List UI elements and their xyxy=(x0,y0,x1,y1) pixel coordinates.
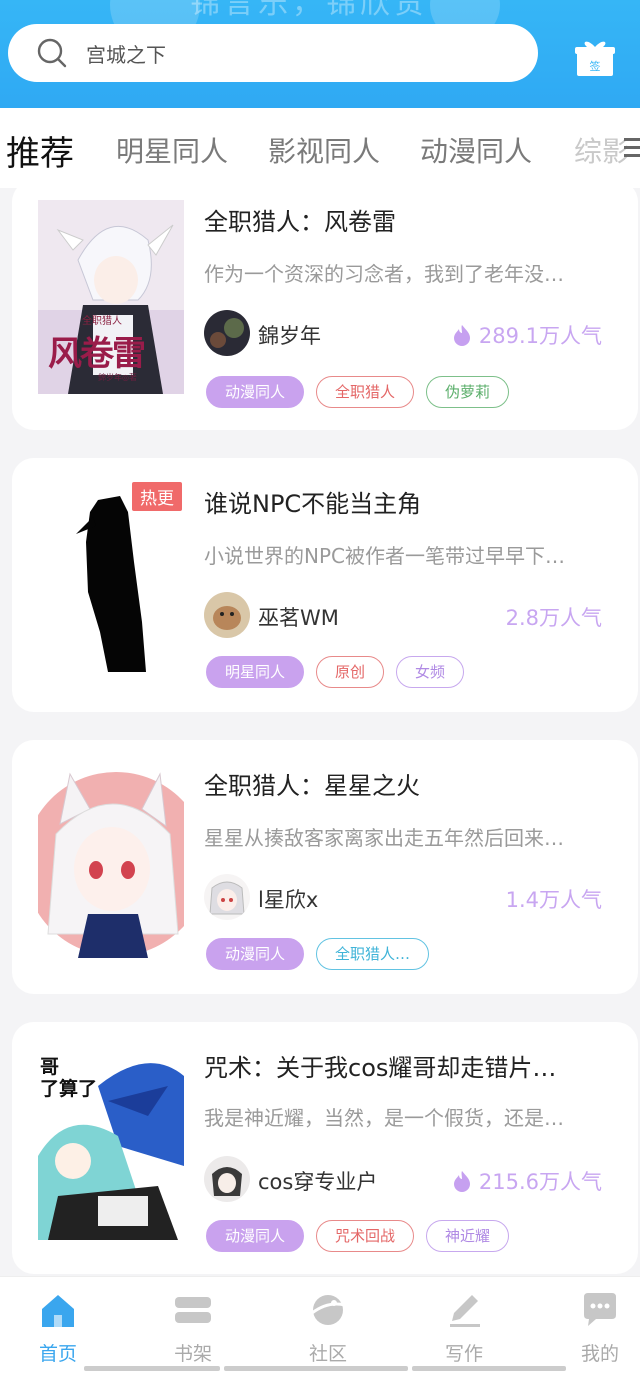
popularity: 215.6万人气 xyxy=(453,1166,602,1196)
gesture-bar xyxy=(412,1366,566,1371)
community-icon xyxy=(311,1295,346,1325)
tag[interactable]: 全职猎人 xyxy=(316,376,415,408)
book-description: 我是神近耀，当然，是一个假货，还是… xyxy=(204,1106,564,1130)
tab-menu-icon[interactable] xyxy=(620,132,640,164)
book-description: 作为一个资深的习念者，我到了老年没… xyxy=(204,262,564,286)
tag[interactable]: 神近耀 xyxy=(426,1220,510,1252)
author-avatar[interactable] xyxy=(204,874,250,920)
tag[interactable]: 明星同人 xyxy=(206,656,305,688)
book-card[interactable]: 热更 谁说NPC不能当主角 小说世界的NPC被作者一笔带过早早下… 巫茗WM 2… xyxy=(12,458,638,712)
cover-series-text: 全职猎人 xyxy=(82,316,122,327)
popularity-value: 289.1万人气 xyxy=(478,324,602,348)
search-bar[interactable]: 宫城之下 xyxy=(8,24,538,82)
popularity-value: 1.4万人气 xyxy=(505,888,602,912)
nav-label: 社区 xyxy=(308,1343,347,1365)
cover-author-text: 錦岁年◎著 xyxy=(98,373,137,382)
book-cover[interactable]: 全职猎人 风卷雷 錦岁年◎著 xyxy=(38,200,184,394)
tab-film-fanfic[interactable]: 影视同人 xyxy=(268,130,380,170)
category-tabs: 推荐 明星同人 影视同人 动漫同人 综影 xyxy=(0,108,640,188)
flame-icon xyxy=(453,1171,470,1192)
book-description: 星星从揍敌客家离家出走五年然后回来… xyxy=(204,826,564,850)
tag[interactable]: 动漫同人 xyxy=(206,376,305,408)
author-avatar[interactable] xyxy=(204,1156,250,1202)
author-name[interactable]: l星欣x xyxy=(258,884,318,914)
write-icon xyxy=(450,1295,480,1327)
gesture-bar xyxy=(84,1366,220,1371)
nav-community[interactable]: 社区 xyxy=(288,1291,368,1366)
sign-in-gift-icon[interactable]: 签 xyxy=(575,38,615,76)
book-card[interactable]: 哥 了算了 咒术：关于我cos耀哥却走错片… 我是神近耀，当然，是一个假货，还是… xyxy=(12,1022,638,1274)
tag[interactable]: 伪萝莉 xyxy=(426,376,510,408)
popularity-value: 2.8万人气 xyxy=(505,606,602,630)
search-placeholder: 宫城之下 xyxy=(86,42,166,67)
hot-update-badge: 热更 xyxy=(132,482,182,511)
author-name[interactable]: 錦岁年 xyxy=(258,320,321,350)
tab-celebrity-fanfic[interactable]: 明星同人 xyxy=(116,130,228,170)
gesture-bar xyxy=(224,1366,408,1371)
banner-text: 锦言乐，锦欣贵 xyxy=(190,0,428,21)
nav-write[interactable]: 写作 xyxy=(424,1291,504,1366)
tag-list: 动漫同人 全职猎人… xyxy=(206,938,430,970)
tag[interactable]: 全职猎人… xyxy=(316,938,430,970)
nav-label: 写作 xyxy=(444,1343,483,1365)
book-title[interactable]: 全职猎人：风卷雷 xyxy=(204,202,614,237)
tag[interactable]: 咒术回战 xyxy=(316,1220,415,1252)
flame-icon xyxy=(453,325,470,346)
cover-title-text: 风卷雷 xyxy=(48,334,146,374)
popularity: 289.1万人气 xyxy=(453,320,602,350)
book-card[interactable]: 全职猎人 风卷雷 錦岁年◎著 全职猎人：风卷雷 作为一个资深的习念者，我到了老年… xyxy=(12,180,638,430)
tag[interactable]: 动漫同人 xyxy=(206,1220,305,1252)
book-card[interactable]: 全职猎人：星星之火 星星从揍敌客家离家出走五年然后回来… l星欣x 1.4万人气… xyxy=(12,740,638,994)
svg-text:签: 签 xyxy=(590,59,601,73)
nav-home[interactable]: 首页 xyxy=(18,1291,98,1366)
tag-list: 明星同人 原创 女频 xyxy=(206,656,465,688)
bottom-navigation: 首页 书架 社区 写作 我的 xyxy=(0,1276,640,1373)
cover-caption-line2: 了算了 xyxy=(40,1078,98,1100)
nav-label: 我的 xyxy=(580,1343,619,1365)
tab-recommend[interactable]: 推荐 xyxy=(6,126,74,175)
book-title[interactable]: 全职猎人：星星之火 xyxy=(204,766,614,801)
tag[interactable]: 动漫同人 xyxy=(206,938,305,970)
popularity: 1.4万人气 xyxy=(506,884,602,914)
message-icon xyxy=(584,1293,616,1326)
author-avatar[interactable] xyxy=(204,592,250,638)
tag-list: 动漫同人 全职猎人 伪萝莉 xyxy=(206,376,510,408)
nav-bookshelf[interactable]: 书架 xyxy=(153,1291,233,1366)
book-title[interactable]: 谁说NPC不能当主角 xyxy=(204,484,614,519)
tag-list: 动漫同人 咒术回战 神近耀 xyxy=(206,1220,510,1252)
author-name[interactable]: cos穿专业户 xyxy=(258,1166,377,1196)
tab-anime-fanfic[interactable]: 动漫同人 xyxy=(420,130,532,170)
book-title[interactable]: 咒术：关于我cos耀哥却走错片… xyxy=(204,1048,614,1083)
nav-label: 首页 xyxy=(38,1343,77,1365)
author-name[interactable]: 巫茗WM xyxy=(258,602,339,632)
book-description: 小说世界的NPC被作者一笔带过早早下… xyxy=(204,544,565,568)
tag[interactable]: 原创 xyxy=(316,656,385,688)
book-cover[interactable]: 哥 了算了 xyxy=(38,1046,184,1240)
tag[interactable]: 女频 xyxy=(396,656,465,688)
author-avatar[interactable] xyxy=(204,310,250,356)
book-cover[interactable] xyxy=(38,764,184,958)
nav-mine[interactable]: 我的 xyxy=(560,1291,640,1366)
popularity-value: 215.6万人气 xyxy=(478,1170,602,1194)
search-icon xyxy=(37,38,67,68)
popularity: 2.8万人气 xyxy=(506,602,602,632)
nav-label: 书架 xyxy=(173,1343,212,1365)
top-header: 锦言乐，锦欣贵 宫城之下 签 xyxy=(0,0,640,108)
book-cover[interactable] xyxy=(38,482,184,676)
bookshelf-icon xyxy=(175,1297,211,1323)
home-icon xyxy=(42,1295,74,1327)
